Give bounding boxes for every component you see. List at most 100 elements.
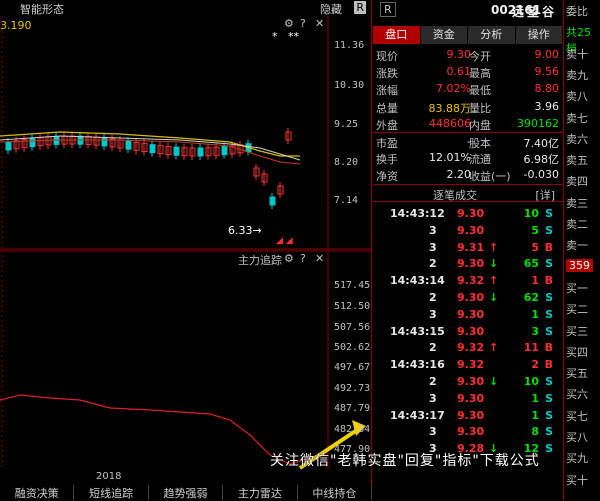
tick-time: 14:43:14 <box>390 274 445 288</box>
quote-label: 收益(一) <box>469 170 511 184</box>
tab-analysis[interactable]: 分析 <box>468 26 516 44</box>
candle-body <box>173 146 180 156</box>
quote-value: 9.30 <box>446 48 472 61</box>
tick-row: 3 9.30 1 S <box>373 307 563 323</box>
quote-label: 内盘 <box>469 118 491 132</box>
tick-arrow: ↑ <box>489 341 499 355</box>
tick-side: S <box>545 307 553 321</box>
close-button[interactable]: R <box>354 1 366 14</box>
quote-row: 换手 12.01% 流通 6.98亿 <box>373 149 563 166</box>
tab-short-track[interactable]: 短线追踪 <box>74 485 149 500</box>
tick-price: 9.30 <box>457 223 485 237</box>
tick-time: 14:43:16 <box>390 358 445 372</box>
tick-side: B <box>544 274 553 288</box>
tick-row: 2 9.30 ↓ 65 S <box>373 256 563 272</box>
order-book-label: 卖五 <box>566 154 588 168</box>
chart-pane[interactable]: 智能形态 隐藏 R 3.190 ⚙ ? ✕ * ** 11.36 10.30 9… <box>0 0 373 500</box>
candle-body <box>149 144 156 154</box>
order-book-label: 卖七 <box>566 111 588 125</box>
order-book-label: 卖九 <box>566 68 588 82</box>
tick-row: 3 9.31 ↑ 5 B <box>373 240 563 256</box>
tick-row: 14:43:17 9.30 1 S <box>373 408 563 424</box>
stock-name: 远望谷 <box>511 5 557 19</box>
tick-time: 14:43:12 <box>390 207 445 220</box>
tick-side: S <box>545 257 553 271</box>
candlestick-chart[interactable] <box>0 16 372 250</box>
tick-volume: 1 <box>531 274 539 288</box>
hide-button[interactable]: 隐藏 <box>320 1 342 17</box>
candle-body <box>197 147 204 157</box>
order-book-label: 买四 <box>566 345 588 359</box>
quote-row: 涨跌 0.61 最高 9.56 <box>373 63 563 80</box>
tick-row: 14:43:15 9.30 3 S <box>373 324 563 340</box>
tick-side: S <box>545 408 553 422</box>
quote-label: 最低 <box>469 84 491 98</box>
tick-time: 14:43:17 <box>390 408 445 422</box>
r-key-button[interactable]: R <box>380 2 396 17</box>
stock-header: 002161 远望谷 <box>373 0 563 20</box>
tab-position[interactable]: 中线持仓 <box>298 485 373 500</box>
tab-funds[interactable]: 资金 <box>420 26 468 44</box>
tick-side: S <box>545 391 553 405</box>
quote-row: 市盈 - 股本 7.40亿 <box>373 132 563 150</box>
tick-side: S <box>545 425 553 439</box>
tick-volume: 65 <box>523 257 539 271</box>
quote-row: 外盘 448606 内盘 390162 <box>373 115 563 132</box>
sub-y-tick: 497.67 <box>334 362 371 373</box>
candle-body <box>5 141 12 151</box>
quote-row: 现价 9.30 今开 9.00 <box>373 46 563 63</box>
y-tick: 11.36 <box>334 40 365 51</box>
order-book-label: 卖六 <box>566 132 588 146</box>
sub-y-tick: 507.56 <box>334 322 371 333</box>
tick-time: 2 <box>429 291 437 304</box>
chart-titlebar: 智能形态 隐藏 R <box>0 0 372 16</box>
tick-volume: 1 <box>531 391 539 405</box>
candle-body <box>125 140 132 150</box>
tick-time: 3 <box>429 425 437 439</box>
tick-price: 9.30 <box>457 307 485 321</box>
tick-volume: 3 <box>531 324 539 338</box>
tick-price: 9.32 <box>457 274 485 288</box>
y-tick: 9.25 <box>334 119 359 130</box>
sub-y-tick: 512.50 <box>334 301 371 312</box>
tab-operation[interactable]: 操作 <box>515 26 563 44</box>
tick-volume: 2 <box>531 358 539 372</box>
sub-y-tick: 492.73 <box>334 383 371 394</box>
tick-volume: 10 <box>523 375 539 388</box>
quote-value: 6.98亿 <box>523 153 560 167</box>
tick-volume: 1 <box>531 408 539 422</box>
quote-row: 总量 83.88万 量比 3.96 <box>373 98 563 115</box>
tick-arrow: ↑ <box>489 240 499 254</box>
main-force-tracking-chart[interactable] <box>0 250 372 470</box>
order-book-label: 委比 <box>566 5 588 18</box>
quote-value: 7.02% <box>436 82 471 96</box>
tick-row: 14:43:16 9.32 2 B <box>373 357 563 373</box>
quote-label: 涨跌 <box>376 67 398 81</box>
tick-side: S <box>545 375 553 388</box>
tick-row: 2 9.30 ↓ 10 S <box>373 374 563 390</box>
quote-label: 现价 <box>376 50 398 63</box>
tick-row: 2 9.32 ↑ 11 B <box>373 340 563 356</box>
tab-trend[interactable]: 趋势强弱 <box>149 485 224 500</box>
quote-label: 净资 <box>376 170 398 184</box>
order-book-label: 卖八 <box>566 90 588 104</box>
tick-time: 14:43:15 <box>390 324 445 338</box>
signal-markers: ◢ ◢ <box>276 236 293 246</box>
tick-row: 14:43:12 9.30 10 S <box>373 206 563 222</box>
tick-row: 3 9.30 5 S <box>373 223 563 239</box>
tick-price: 9.30 <box>457 391 485 405</box>
tick-volume: 8 <box>531 425 539 439</box>
quote-value: 390162 <box>517 116 559 130</box>
tab-financing[interactable]: 融资决策 <box>0 485 75 500</box>
tick-side: B <box>544 358 553 372</box>
candle-body <box>101 137 108 147</box>
tick-side: B <box>544 341 553 355</box>
quote-label: 最高 <box>469 67 491 81</box>
candle-body <box>29 138 36 148</box>
tick-side: S <box>545 223 553 237</box>
tab-quote[interactable]: 盘口 <box>373 26 421 44</box>
ticks-detail-button[interactable]: [详] <box>535 187 555 203</box>
order-book-label: 买六 <box>566 388 588 402</box>
tab-radar[interactable]: 主力雷达 <box>223 485 298 500</box>
tick-volume: 1 <box>531 307 539 321</box>
